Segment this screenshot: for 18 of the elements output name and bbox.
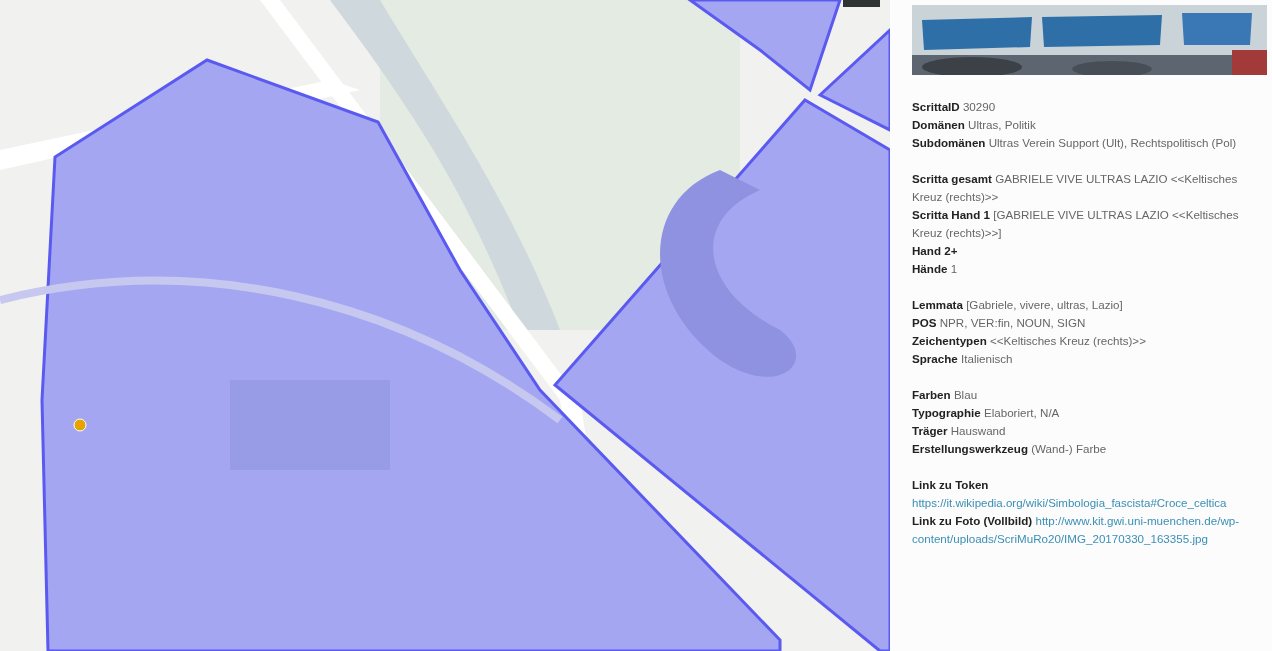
link[interactable]: https://it.wikipedia.org/wiki/Simbologia_fascista#Croce_celtica (912, 494, 1267, 512)
field-text: Hand 2+ (912, 243, 959, 259)
field-text: Typographie Elaboriert, N/A (912, 405, 1061, 421)
field-text: Träger Hauswand (912, 423, 1007, 439)
field-text: ScrittaID 30290 (912, 99, 997, 115)
field-label: Link zu Token (912, 478, 989, 491)
field-text: Zeichentypen <<Keltisches Kreuz (rechts)>> (912, 333, 1147, 349)
field-text: Erstellungswerkzeug (Wand-) Farbe (912, 441, 1108, 457)
field-text: POS NPR, VER:fin, NOUN, SIGN (912, 315, 1087, 331)
field-text: Domänen Ultras, Politik (912, 117, 1037, 133)
field-text: Scritta Hand 1 [GABRIELE VIVE ULTRAS LAZIO <<Keltisches Kreuz (rechts)>>] (912, 207, 1240, 241)
field-text: Subdomänen Ultras Verein Support (Ult), Rechtspolitisch (Pol) (912, 135, 1238, 151)
field-text: Lemmata [Gabriele, vivere, ultras, Lazio] (912, 297, 1124, 313)
field-text: Hände 1 (912, 261, 959, 277)
link-field[interactable]: Link zu Foto (Vollbild) http://www.kit.gwi.uni-muenchen.de/wp-content/uploads/ScriMuRo20/IMG_20170330_163355.jpg (912, 512, 1267, 548)
field-text: Sprache Italienisch (912, 351, 1014, 367)
field-text: Scritta gesamt GABRIELE VIVE ULTRAS LAZIO <<Keltisches Kreuz (rechts)>> (912, 171, 1239, 205)
field-text: Farben Blau (912, 387, 979, 403)
